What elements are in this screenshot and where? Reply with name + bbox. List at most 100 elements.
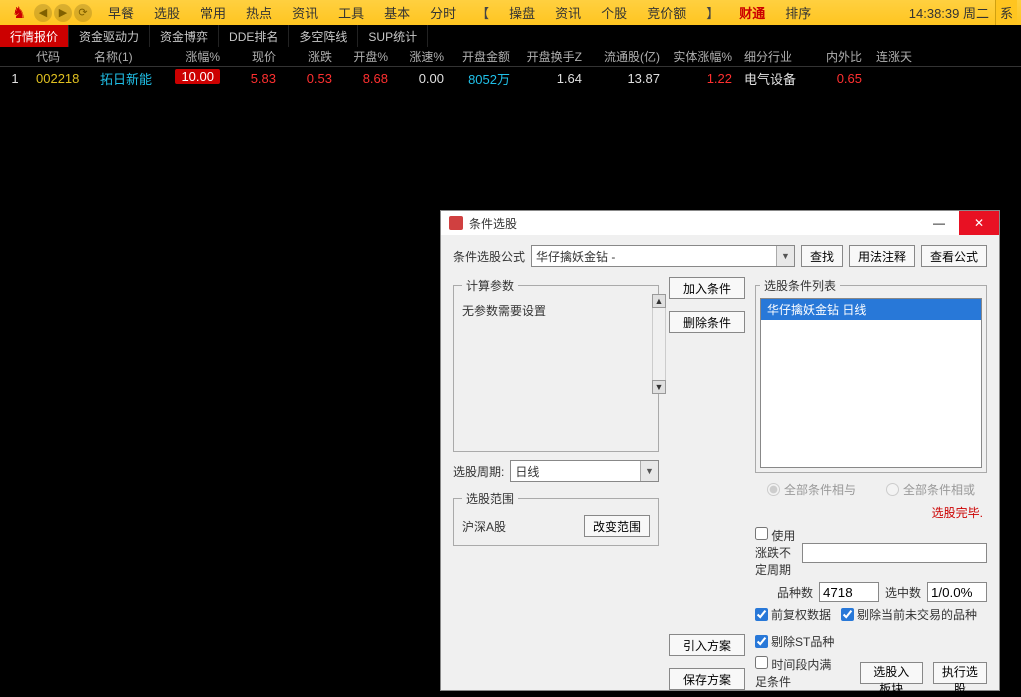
close-button[interactable]: ✕ (959, 211, 999, 235)
cell-open: 8.68 (338, 71, 394, 86)
count-label2: 选中数 (885, 584, 921, 601)
menu-breakfast[interactable]: 早餐 (100, 3, 142, 22)
menu-news[interactable]: 资讯 (284, 3, 326, 22)
tab-fund-drive[interactable]: 资金驱动力 (69, 25, 150, 47)
view-tabs: 行情报价 资金驱动力 资金博弈 DDE排名 多空阵线 SUP统计 (0, 25, 1021, 47)
formula-label: 条件选股公式 (453, 248, 525, 265)
nav-fwd-icon[interactable]: ▶ (54, 4, 72, 22)
usage-button[interactable]: 用法注释 (849, 245, 915, 267)
cell-amt: 8052万 (450, 69, 516, 88)
hdr-turn[interactable]: 开盘换手Z (516, 48, 588, 65)
tab-dde[interactable]: DDE排名 (219, 25, 289, 47)
hdr-body[interactable]: 实体涨幅% (666, 48, 738, 65)
tab-quotes[interactable]: 行情报价 (0, 25, 69, 47)
main-menu: 早餐 选股 常用 热点 资讯 工具 基本 分时 【 操盘 资讯 个股 竞价额 】… (100, 3, 819, 22)
tab-sup[interactable]: SUP统计 (358, 25, 428, 47)
period-value: 日线 (515, 463, 539, 480)
count-selected-input[interactable] (927, 582, 987, 602)
hdr-cons[interactable]: 连涨天 (868, 48, 918, 65)
change-range-button[interactable]: 改变范围 (584, 515, 650, 537)
list-item[interactable]: 华仔擒妖金钻 日线 (761, 299, 981, 320)
chk-excl-notrade[interactable]: 剔除当前未交易的品种 (841, 606, 977, 623)
cell-body: 1.22 (666, 71, 738, 86)
tab-fund-game[interactable]: 资金博弈 (150, 25, 219, 47)
hdr-pct[interactable]: 涨幅% (166, 48, 226, 65)
bracket-open: 【 (468, 3, 497, 22)
count-label1: 品种数 (777, 584, 813, 601)
cell-idx: 1 (0, 71, 30, 86)
delete-condition-button[interactable]: 删除条件 (669, 311, 745, 333)
hdr-open[interactable]: 开盘% (338, 48, 394, 65)
condition-dialog: 条件选股 — ✕ 条件选股公式 华仔擒妖金钻 - ▼ 查找 用法注释 查看公式 … (440, 210, 1000, 691)
hdr-float[interactable]: 流通股(亿) (588, 48, 666, 65)
chk-excl-st[interactable]: 剔除ST品种 (755, 633, 834, 650)
dialog-icon (449, 216, 463, 230)
condition-list-fieldset: 选股条件列表 华仔擒妖金钻 日线 (755, 277, 987, 473)
hdr-spd[interactable]: 涨速% (394, 48, 450, 65)
condition-list-legend: 选股条件列表 (760, 277, 840, 294)
dialog-title: 条件选股 (469, 215, 919, 232)
menu-single[interactable]: 个股 (593, 3, 635, 22)
table-row[interactable]: 1 002218 拓日新能上 10.00 5.83 0.53 8.68 0.00… (0, 67, 1021, 89)
menu-select[interactable]: 选股 (146, 3, 188, 22)
cell-chg: 0.53 (282, 71, 338, 86)
formula-combo[interactable]: 华仔擒妖金钻 - ▼ (531, 245, 795, 267)
chk-timerange[interactable]: 时间段内满足条件 (755, 656, 840, 690)
tab-longshort[interactable]: 多空阵线 (289, 25, 358, 47)
menu-time[interactable]: 分时 (422, 3, 464, 22)
params-legend: 计算参数 (462, 277, 518, 294)
hdr-name[interactable]: 名称(1) (88, 48, 166, 65)
menu-operate[interactable]: 操盘 (501, 3, 543, 22)
app-logo-icon: ♞ (4, 0, 34, 25)
chk-uncertain-period[interactable]: 使用涨跌不定周期 (755, 527, 796, 578)
hdr-amt[interactable]: 开盘金额 (450, 48, 516, 65)
menu-tools[interactable]: 工具 (330, 3, 372, 22)
dialog-titlebar[interactable]: 条件选股 — ✕ (441, 211, 999, 235)
import-scheme-button[interactable]: 引入方案 (669, 634, 745, 656)
cell-inout: 0.65 (808, 71, 868, 86)
scroll-down-icon[interactable]: ▼ (652, 380, 666, 394)
period-combo[interactable]: 日线 ▼ (510, 460, 659, 482)
cell-spd: 0.00 (394, 71, 450, 86)
minimize-button[interactable]: — (919, 211, 959, 235)
scroll-track[interactable] (652, 308, 666, 380)
hdr-chg[interactable]: 涨跌 (282, 48, 338, 65)
menu-hot[interactable]: 热点 (238, 3, 280, 22)
nav-buttons: ◀ ▶ ⟳ (34, 4, 92, 22)
hdr-inout[interactable]: 内外比 (808, 48, 868, 65)
range-value: 沪深A股 (462, 518, 506, 535)
run-select-button[interactable]: 执行选股 (933, 662, 987, 684)
count-total-input[interactable] (819, 582, 879, 602)
menu-sort[interactable]: 排序 (777, 3, 819, 22)
chk-fq[interactable]: 前复权数据 (755, 606, 831, 623)
menu-common[interactable]: 常用 (192, 3, 234, 22)
nav-back-icon[interactable]: ◀ (34, 4, 52, 22)
cell-name: 拓日新能上 (88, 69, 166, 88)
find-button[interactable]: 查找 (801, 245, 843, 267)
hdr-price[interactable]: 现价 (226, 48, 282, 65)
uncertain-input[interactable] (802, 543, 987, 563)
add-condition-button[interactable]: 加入条件 (669, 277, 745, 299)
hdr-code[interactable]: 代码 (30, 48, 88, 65)
menu-basic[interactable]: 基本 (376, 3, 418, 22)
params-fieldset: 计算参数 无参数需要设置 ▲ ▼ (453, 277, 659, 452)
condition-listbox[interactable]: 华仔擒妖金钻 日线 (760, 298, 982, 468)
menu-bid[interactable]: 竞价额 (639, 3, 694, 22)
menu-caitong[interactable]: 财通 (731, 3, 773, 22)
sys-button[interactable]: 系 (995, 0, 1017, 25)
scroll-up-icon[interactable]: ▲ (652, 294, 666, 308)
view-formula-button[interactable]: 查看公式 (921, 245, 987, 267)
chevron-down-icon[interactable]: ▼ (776, 246, 794, 266)
nav-refresh-icon[interactable]: ⟳ (74, 4, 92, 22)
hdr-ind[interactable]: 细分行业 (738, 48, 808, 65)
range-legend: 选股范围 (462, 490, 518, 507)
save-scheme-button[interactable]: 保存方案 (669, 668, 745, 690)
cell-turn: 1.64 (516, 71, 588, 86)
radio-or[interactable]: 全部条件相或 (886, 481, 975, 498)
cell-pct: 10.00 (166, 69, 226, 87)
menu-info[interactable]: 资讯 (547, 3, 589, 22)
chevron-down-icon[interactable]: ▼ (640, 461, 658, 481)
params-scrollbar[interactable]: ▲ ▼ (652, 294, 666, 394)
radio-and[interactable]: 全部条件相与 (767, 481, 856, 498)
to-block-button[interactable]: 选股入板块 (860, 662, 923, 684)
